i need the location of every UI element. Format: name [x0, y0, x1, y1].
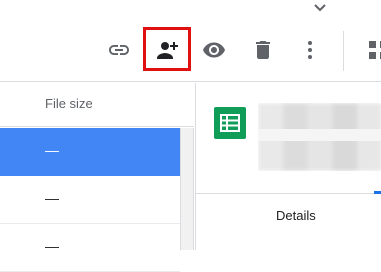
chevron-down-icon[interactable]: [312, 2, 328, 14]
column-header-label: File size: [45, 96, 93, 111]
add-person-icon: [157, 42, 178, 59]
trash-icon[interactable]: [251, 38, 275, 62]
more-vert-icon[interactable]: [298, 38, 322, 62]
table-row[interactable]: —: [0, 176, 180, 224]
grid-view-icon[interactable]: [366, 38, 381, 62]
details-pane: Details: [195, 83, 381, 250]
details-divider: [196, 193, 381, 194]
eye-icon[interactable]: [202, 38, 226, 62]
scrollbar[interactable]: [180, 128, 194, 250]
toolbar-divider: [343, 31, 344, 71]
file-list: File size — — —: [0, 83, 194, 272]
top-bar: [0, 0, 381, 22]
redacted-file-name: [258, 103, 381, 171]
table-row[interactable]: —: [0, 128, 180, 176]
file-size-cell: —: [45, 190, 59, 206]
column-header-file-size[interactable]: File size: [0, 83, 194, 127]
link-icon[interactable]: [107, 38, 131, 62]
file-size-cell: —: [45, 238, 59, 254]
tab-indicator: [374, 191, 381, 194]
sheets-icon: [214, 107, 246, 139]
tab-details[interactable]: Details: [276, 208, 316, 223]
file-size-cell: —: [45, 142, 59, 158]
share-button[interactable]: [143, 27, 191, 71]
table-row[interactable]: —: [0, 224, 180, 272]
